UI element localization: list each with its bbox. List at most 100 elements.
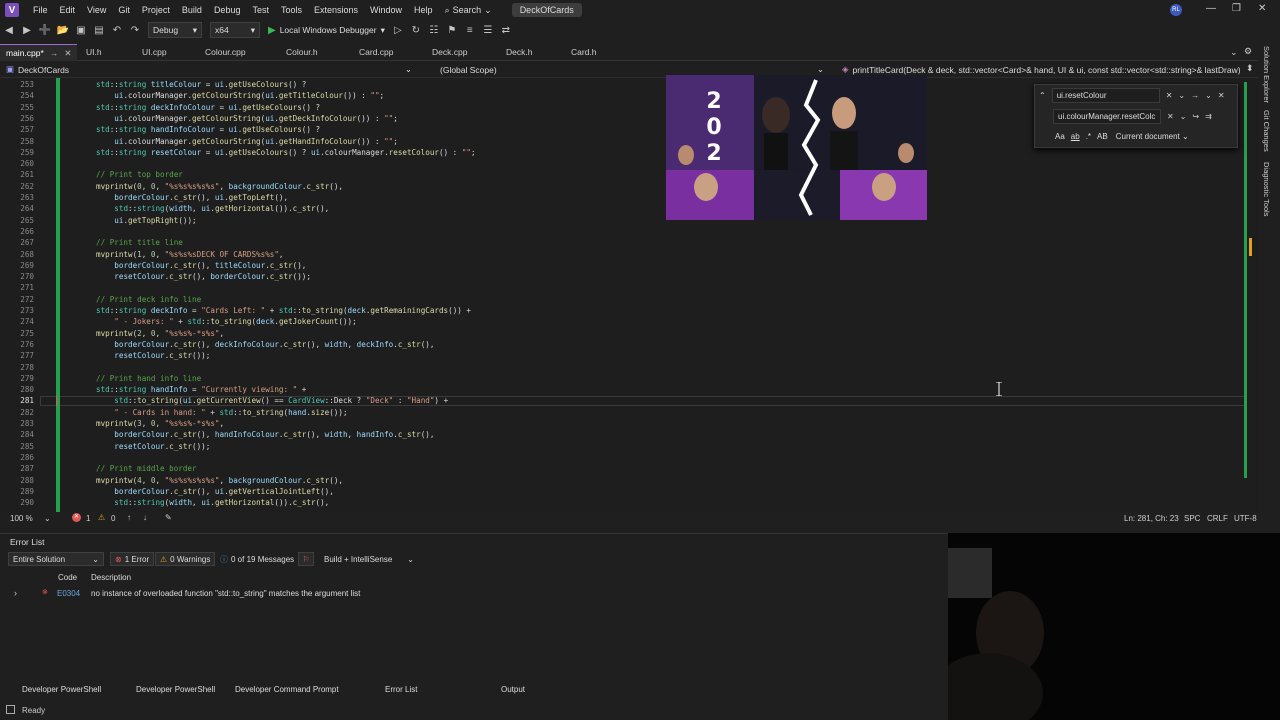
bookmark-icon[interactable]: ⚑ [445, 23, 459, 37]
menu-tools[interactable]: Tools [275, 5, 308, 15]
tab-developer-powershell[interactable]: Developer PowerShell [22, 685, 101, 694]
code-line[interactable]: std::string resetColour = ui.getUseColou… [96, 148, 476, 157]
redo-icon[interactable]: ↷ [128, 23, 142, 37]
tab-deck-cpp[interactable]: Deck.cpp [432, 44, 467, 60]
menu-help[interactable]: Help [408, 5, 439, 15]
code-line[interactable]: " - Cards in hand: " + std::to_string(ha… [96, 408, 347, 417]
pin-icon[interactable]: → [50, 48, 59, 58]
code-line[interactable]: borderColour.c_str(), ui.getVerticalJoin… [96, 487, 334, 496]
code-line[interactable]: ui.colourManager.getColourString(ui.getD… [96, 114, 398, 123]
menu-project[interactable]: Project [136, 5, 176, 15]
close-icon[interactable]: ✕ [1218, 91, 1225, 100]
error-count[interactable]: 1 [86, 514, 90, 523]
clear-icon[interactable]: ✕ [1166, 91, 1173, 100]
notification-icon[interactable] [6, 705, 15, 714]
new-project-icon[interactable]: ➕ [38, 23, 52, 37]
search-scope-select[interactable]: Current document ⌄ [1116, 132, 1189, 141]
live-share-icon[interactable]: ⇄ [499, 23, 513, 37]
match-case-toggle[interactable]: Aa [1055, 132, 1065, 141]
code-line[interactable]: std::string handInfoColour = ui.getUseCo… [96, 125, 320, 134]
code-line[interactable]: mvprintw(1, 0, "%s%s%sDECK OF CARDS%s%s"… [96, 250, 284, 259]
regex-toggle[interactable]: .* [1086, 132, 1091, 141]
build-filter-select[interactable]: Build + IntelliSense ⌄ [320, 552, 418, 566]
clear-icon[interactable]: ✕ [1167, 112, 1174, 121]
code-line[interactable]: " - Jokers: " + std::to_string(deck.getJ… [96, 317, 356, 326]
column-header-description[interactable]: Description [91, 573, 131, 582]
code-line[interactable]: std::string(width, ui.getHorizontal()).c… [96, 204, 329, 213]
code-line[interactable]: mvprintw(4, 0, "%s%s%s%s%s", backgroundC… [96, 476, 343, 485]
tab-colour-cpp[interactable]: Colour.cpp [205, 44, 246, 60]
forward-icon[interactable]: ▶ [20, 23, 34, 37]
code-line[interactable]: ui.colourManager.getColourString(ui.getH… [96, 137, 398, 146]
vertical-scrollbar[interactable] [1244, 82, 1247, 478]
arrow-down-icon[interactable]: ↓ [143, 513, 147, 522]
line-ending[interactable]: CRLF [1207, 514, 1228, 523]
code-line[interactable]: borderColour.c_str(), ui.getTopLeft(), [96, 193, 288, 202]
hot-reload-icon[interactable]: ↻ [409, 23, 423, 37]
code-line[interactable]: std::string deckInfoColour = ui.getUseCo… [96, 103, 320, 112]
zoom-level[interactable]: 100 % [10, 514, 33, 523]
table-row[interactable]: › ⊗ E0304 no instance of overloaded func… [0, 587, 948, 601]
format-icon[interactable]: ☰ [481, 23, 495, 37]
chevron-down-icon[interactable]: ⌄ [1180, 112, 1187, 121]
code-line[interactable]: mvprintw(0, 0, "%s%s%s%s%s", backgroundC… [96, 182, 343, 191]
menu-debug[interactable]: Debug [208, 5, 247, 15]
menu-edit[interactable]: Edit [54, 5, 82, 15]
code-line[interactable]: mvprintw(3, 0, "%s%s%-*s%s", [96, 419, 224, 428]
tab-card-h[interactable]: Card.h [571, 44, 597, 60]
expand-icon[interactable]: › [14, 588, 17, 598]
open-icon[interactable]: 📂 [56, 23, 70, 37]
chevron-down-icon[interactable]: ⌄ [44, 514, 51, 523]
code-line[interactable]: std::string handInfo = "Currently viewin… [96, 385, 306, 394]
tab-ui-cpp[interactable]: UI.cpp [142, 44, 167, 60]
code-line[interactable]: ui.colourManager.getColourString(ui.getT… [96, 91, 384, 100]
code-line[interactable]: // Print top border [96, 170, 183, 179]
expand-icon[interactable]: ⌄ [1205, 91, 1212, 100]
diagnostics-icon[interactable]: ☷ [427, 23, 441, 37]
scope-select[interactable]: Entire Solution ⌄ [8, 552, 104, 566]
code-line[interactable]: mvprintw(2, 0, "%s%s%-*s%s", [96, 329, 224, 338]
account-avatar[interactable]: RL [1170, 4, 1182, 16]
menu-view[interactable]: View [81, 5, 112, 15]
save-icon[interactable]: ▣ [74, 23, 88, 37]
indent-mode[interactable]: SPC [1184, 514, 1200, 523]
filter-icon[interactable]: ⚐ [298, 552, 314, 566]
undo-icon[interactable]: ↶ [110, 23, 124, 37]
tab-card-cpp[interactable]: Card.cpp [359, 44, 394, 60]
replace-all-icon[interactable]: ⇉ [1205, 112, 1212, 121]
close-window-icon[interactable]: ✕ [1258, 3, 1266, 14]
replace-input[interactable]: ui.colourManager.resetColc [1053, 108, 1161, 124]
code-line[interactable]: ui.getTopRight()); [96, 216, 196, 225]
split-icon[interactable]: ⬍ [1246, 63, 1254, 74]
code-line[interactable]: // Print title line [96, 238, 183, 247]
project-dropdown[interactable]: ▣ DeckOfCards ⌄ [6, 63, 414, 76]
messages-filter-toggle[interactable]: ⓘ 0 of 19 Messages [216, 552, 298, 566]
menu-extensions[interactable]: Extensions [308, 5, 364, 15]
code-line[interactable]: resetColour.c_str()); [96, 442, 210, 451]
brush-icon[interactable]: ✎ [165, 513, 172, 522]
minimize-icon[interactable]: — [1206, 3, 1216, 14]
code-line[interactable]: // Print hand info line [96, 374, 201, 383]
code-line[interactable]: resetColour.c_str()); [96, 351, 210, 360]
warnings-filter-toggle[interactable]: ⚠ 0 Warnings [155, 552, 216, 566]
code-line[interactable]: borderColour.c_str(), handInfoColour.c_s… [96, 430, 434, 439]
menu-git[interactable]: Git [112, 5, 136, 15]
code-line[interactable]: std::string titleColour = ui.getUseColou… [96, 80, 306, 89]
comment-icon[interactable]: ≡ [463, 23, 477, 37]
encoding[interactable]: UTF-8 [1234, 514, 1257, 523]
tab-error-list[interactable]: Error List [385, 685, 417, 694]
menu-build[interactable]: Build [176, 5, 208, 15]
next-result-icon[interactable]: → [1191, 91, 1199, 100]
solution-explorer-tab[interactable]: Solution Explorer [1262, 46, 1271, 103]
code-line[interactable]: std::string(width, ui.getHorizontal()).c… [96, 498, 329, 507]
code-line[interactable]: borderColour.c_str(), titleColour.c_str(… [96, 261, 306, 270]
collapse-icon[interactable]: ⌃ [1039, 91, 1046, 100]
configuration-select[interactable]: Debug ▾ [148, 22, 202, 38]
find-input[interactable]: ui.resetColour [1051, 87, 1160, 103]
start-debugging-button[interactable]: ▶ Local Windows Debugger ▾ [268, 25, 385, 36]
tab-developer-command-prompt[interactable]: Developer Command Prompt [235, 685, 339, 694]
diagnostic-tools-tab[interactable]: Diagnostic Tools [1262, 162, 1271, 216]
menu-file[interactable]: File [27, 5, 54, 15]
code-line[interactable]: std::to_string(ui.getCurrentView() == Ca… [96, 396, 448, 405]
chevron-down-icon[interactable]: ⌄ [1178, 91, 1185, 100]
